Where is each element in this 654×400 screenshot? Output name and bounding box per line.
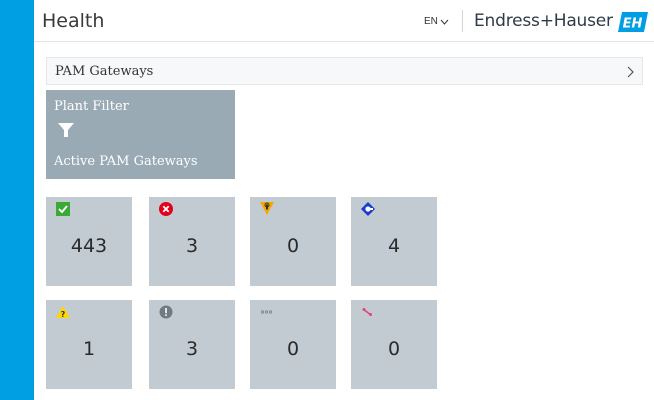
not-categorized-dots-icon (260, 310, 273, 314)
status-count: 3 (185, 235, 199, 257)
header-divider (462, 10, 463, 32)
status-count: 0 (286, 338, 300, 360)
brand-name: Endress+Hauser (474, 11, 613, 31)
ok-check-icon (56, 202, 70, 216)
chevron-down-icon (440, 19, 449, 25)
status-count: 0 (286, 235, 300, 257)
status-tile-disconnected[interactable]: 0 (351, 300, 437, 389)
status-count: 0 (387, 338, 401, 360)
disconnected-icon (362, 308, 372, 316)
status-tile-unknown[interactable]: 3 (149, 300, 235, 389)
status-tile-function-check[interactable]: 4 (351, 197, 437, 286)
status-tile-maintenance[interactable]: 0 (250, 197, 336, 286)
eh-logo-icon: EH (618, 12, 648, 32)
chevron-right-icon (627, 66, 634, 78)
function-check-diamond-icon (361, 202, 375, 216)
brand-logo-text: EH (623, 17, 643, 32)
unknown-exclamation-icon (159, 305, 173, 319)
app-window: Health EN Endress+Hauser EH PAM Gateways… (34, 0, 654, 400)
language-selector[interactable]: EN (424, 16, 449, 27)
left-accent-bar (0, 0, 34, 400)
breadcrumb-pam-gateways[interactable]: PAM Gateways (46, 57, 643, 85)
failure-x-icon (159, 202, 173, 216)
status-tile-not-categorized[interactable]: 0 (250, 300, 336, 389)
svg-text:?: ? (61, 310, 66, 319)
status-count: 3 (185, 338, 199, 360)
filter-icon (58, 123, 74, 137)
plant-filter-title: Plant Filter (54, 99, 129, 114)
page-title: Health (42, 10, 105, 32)
plant-filter-tile[interactable]: Plant Filter Active PAM Gateways (46, 90, 235, 179)
breadcrumb-label: PAM Gateways (55, 63, 154, 79)
language-label: EN (424, 16, 438, 27)
status-count: 1 (82, 338, 96, 360)
status-count: 4 (387, 235, 401, 257)
active-pam-gateways-label: Active PAM Gateways (54, 154, 198, 169)
maintenance-wrench-icon (260, 202, 274, 215)
out-of-spec-warning-icon: ? (56, 306, 70, 319)
status-tile-failure[interactable]: 3 (149, 197, 235, 286)
status-count: 443 (70, 235, 108, 257)
header: Health EN Endress+Hauser EH (34, 0, 654, 42)
status-tile-out-of-spec[interactable]: ? 1 (46, 300, 132, 389)
status-tile-ok[interactable]: 443 (46, 197, 132, 286)
